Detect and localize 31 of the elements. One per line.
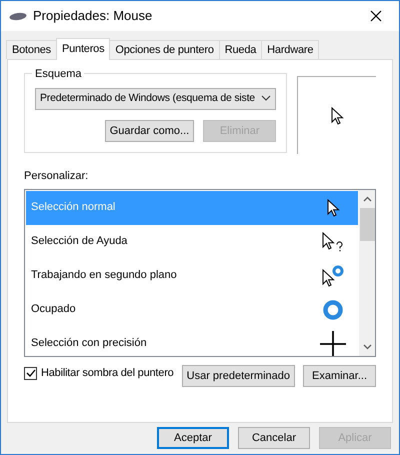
save-as-button[interactable]: Guardar como... <box>104 120 194 142</box>
checkbox[interactable] <box>24 366 37 380</box>
mouse-icon <box>9 12 27 22</box>
list-item[interactable]: Ocupado <box>26 292 358 326</box>
chevron-icon <box>261 95 272 102</box>
close-icon[interactable] <box>370 10 382 22</box>
group-label: Esquema <box>32 66 84 82</box>
scroll-down-icon[interactable] <box>362 344 372 350</box>
browse-button[interactable]: Examinar... <box>303 364 376 386</box>
scrollbar[interactable] <box>359 190 375 356</box>
arrow-cursor-icon <box>330 106 344 124</box>
crosshair-icon <box>320 330 346 356</box>
tab[interactable]: Hardware <box>261 40 320 59</box>
section-label: Personalizar: <box>24 170 88 182</box>
list-item[interactable]: Selección con precisión <box>26 326 358 356</box>
ok-button[interactable]: Aceptar <box>157 427 229 449</box>
cancel-button[interactable]: Cancelar <box>238 427 310 449</box>
busy-cursor-icon <box>322 264 344 286</box>
spinner-icon <box>322 298 344 320</box>
checkbox-label[interactable]: Habilitar sombra del puntero <box>41 364 174 381</box>
scheme-dropdown[interactable]: Predeterminado de Windows (esquema de siste <box>35 88 276 110</box>
scroll-up-icon[interactable] <box>362 196 372 202</box>
list-item[interactable]: Selección de Ayuda <box>26 224 358 258</box>
scrollbar-thumb[interactable] <box>360 208 374 240</box>
list-item[interactable]: Trabajando en segundo plano <box>26 258 358 292</box>
tab[interactable]: Punteros <box>56 38 110 60</box>
tab[interactable]: Botones <box>6 40 57 59</box>
help-cursor-icon <box>322 232 344 252</box>
window-title: Propiedades: Mouse <box>33 7 152 26</box>
arrow-cursor-icon <box>326 198 340 216</box>
use-default-button[interactable]: Usar predeterminado <box>182 364 295 386</box>
